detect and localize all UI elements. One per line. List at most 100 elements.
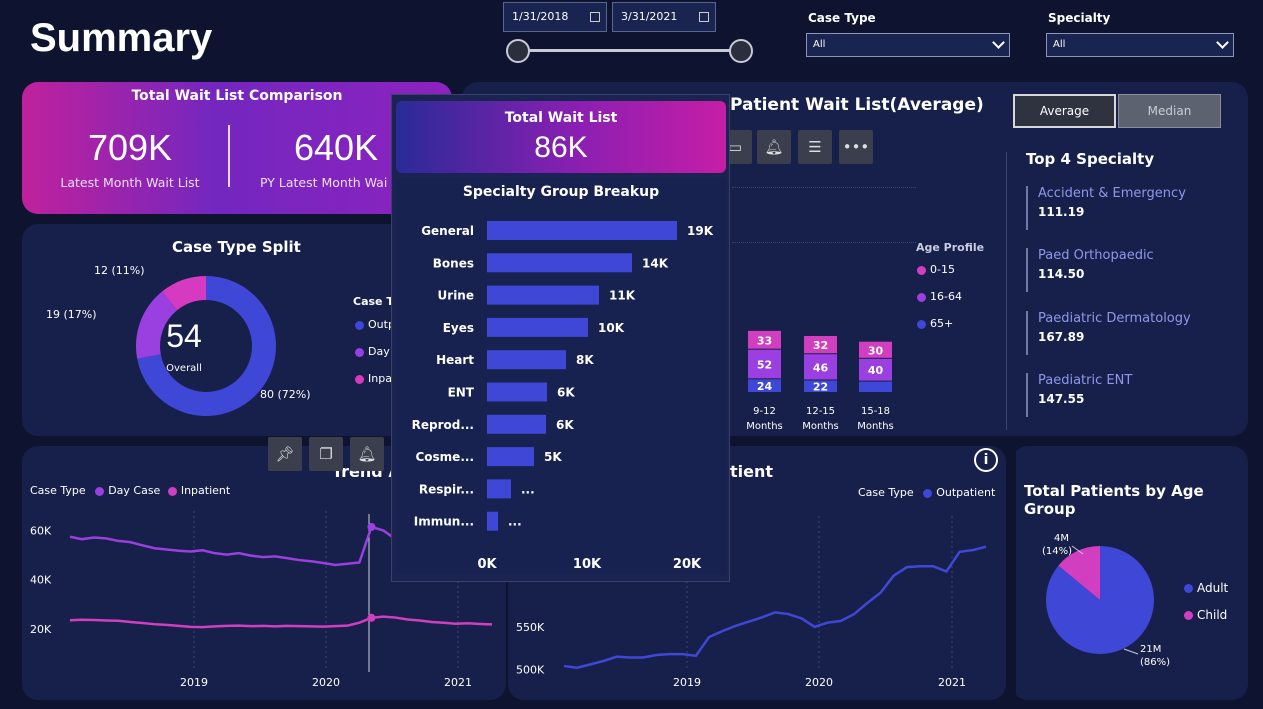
date-slider-end-handle[interactable] — [729, 39, 753, 63]
tooltip-panel: Total Wait List 86K Specialty Group Brea… — [391, 94, 730, 582]
calendar-icon[interactable] — [590, 12, 600, 22]
specialty-name: Paed Orthopaedic — [1038, 248, 1154, 263]
end-date-value: 3/31/2021 — [621, 10, 678, 23]
hover-point — [367, 522, 376, 531]
legend-item-outpatient[interactable]: Outp — [355, 318, 395, 331]
end-date-input[interactable]: 3/31/2021 — [612, 2, 716, 32]
specialty-value: 147.55 — [1038, 392, 1085, 406]
date-slider-start-handle[interactable] — [506, 39, 530, 63]
specialty-dropdown[interactable]: All — [1046, 33, 1234, 57]
legend-item-0-15[interactable]: 0-15 — [917, 263, 955, 276]
x-tick-label: 0K — [477, 557, 497, 572]
category-label: 9-12 — [753, 406, 776, 417]
bar — [487, 447, 534, 467]
bar-category-label: Eyes — [443, 321, 474, 335]
panel-divider — [1006, 152, 1007, 430]
legend-dot-icon — [355, 374, 364, 384]
category-label: Months — [746, 421, 783, 432]
stack-segment — [859, 381, 892, 392]
bar-category-label: ENT — [448, 386, 475, 400]
legend-item-child[interactable]: Child — [1184, 608, 1227, 622]
filter-icon[interactable]: ☰ — [798, 130, 832, 164]
bar-value-label: 19K — [687, 224, 714, 238]
hover-point — [367, 613, 376, 622]
stack-data-label: 22 — [813, 381, 828, 394]
latest-month-label: Latest Month Wait List — [60, 175, 200, 190]
bar-value-label: 10K — [598, 321, 625, 335]
case-type-value: All — [813, 39, 826, 50]
median-button[interactable]: Median — [1118, 94, 1221, 128]
bar — [487, 253, 632, 273]
bar-category-label: Heart — [436, 353, 474, 367]
bar — [487, 382, 547, 402]
legend-item-inpatient[interactable]: Inpa — [355, 372, 392, 385]
category-label: Months — [802, 421, 839, 432]
child-label-value: 4M — [1054, 533, 1069, 544]
x-tick-label: 2020 — [312, 676, 340, 689]
bar — [487, 511, 498, 531]
y-tick-label: 60K — [30, 525, 52, 538]
age-group-card: Total Patients by Age Group 4M (14%) 21M… — [1012, 446, 1248, 700]
category-label: 12-15 — [806, 406, 835, 417]
legend-dot-icon — [355, 347, 364, 357]
legend-item-daycase[interactable]: Day — [355, 345, 390, 358]
specialty-item[interactable]: Paed Orthopaedic 114.50 — [1026, 248, 1154, 292]
bar-category-label: Reprod... — [412, 418, 474, 432]
legend-item-16-64[interactable]: 16-64 — [917, 290, 962, 303]
bar-category-label: Urine — [438, 289, 474, 303]
legend-item-65plus[interactable]: 65+ — [917, 317, 953, 330]
chevron-down-icon — [992, 36, 1005, 49]
case-type-filter-label: Case Type — [808, 11, 876, 25]
specialty-item[interactable]: Paediatric Dermatology 167.89 — [1026, 311, 1191, 355]
pin-icon[interactable]: 📌︎ — [268, 437, 302, 471]
bar-value-label: 6K — [556, 418, 574, 432]
legend-dot-icon — [917, 265, 926, 275]
legend-dot-icon — [917, 292, 926, 302]
bar — [487, 285, 599, 305]
copy-icon[interactable]: ❐ — [309, 437, 343, 471]
donut-label-inpatient: 12 (11%) — [94, 264, 145, 277]
x-tick-label: 2019 — [180, 676, 208, 689]
bell-icon[interactable]: 🔔︎ — [350, 437, 384, 471]
breakup-bar-chart: General 19K Bones 14K Urine 11K Eyes 10K Heart 8K… — [412, 221, 714, 572]
case-split-legend-title: Case T — [353, 295, 394, 308]
specialty-filter-label: Specialty — [1048, 11, 1111, 25]
specialty-value: 114.50 — [1038, 267, 1085, 281]
bar-value-label: 5K — [544, 450, 562, 464]
leader-line — [1123, 648, 1139, 655]
stack-data-label: 32 — [813, 339, 828, 352]
calendar-icon[interactable] — [699, 12, 709, 22]
stack-data-label: 46 — [813, 361, 829, 374]
bar — [487, 317, 588, 337]
stack-data-label: 52 — [757, 359, 772, 372]
y-tick-label: 500K — [516, 663, 545, 676]
bar — [487, 221, 677, 240]
page-title: Summary — [30, 16, 213, 60]
start-date-input[interactable]: 1/31/2018 — [503, 2, 607, 32]
bar-value-label: 6K — [557, 386, 575, 400]
patient-wait-title: Patient Wait List(Average) — [730, 95, 984, 115]
specialty-item[interactable]: Accident & Emergency 111.19 — [1026, 186, 1186, 230]
case-type-split-card: Case Type Split 54 Overall 12 (11%) 19 (… — [22, 224, 452, 436]
tooltip-breakup: Specialty Group Breakup General 19K Bones 1… — [396, 177, 726, 575]
series-line — [69, 615, 493, 629]
case-type-dropdown[interactable]: All — [806, 33, 1010, 57]
x-tick-label: 2019 — [673, 676, 701, 689]
bell-icon[interactable]: 🔔︎ — [757, 130, 791, 164]
adult-label-value: 21M — [1140, 644, 1161, 655]
py-latest-month-value: 640K — [294, 127, 379, 168]
comparison-title: Total Wait List Comparison — [131, 88, 343, 104]
legend-dot-icon — [1184, 611, 1193, 620]
more-options-icon[interactable]: ••• — [839, 130, 873, 164]
start-date-value: 1/31/2018 — [512, 10, 569, 23]
gridline — [732, 242, 916, 243]
stack-data-label: 30 — [868, 344, 884, 357]
specialty-value: 167.89 — [1038, 330, 1085, 344]
legend-item-adult[interactable]: Adult — [1184, 581, 1228, 595]
y-tick-label: 20K — [30, 623, 52, 636]
category-label: 15-18 — [861, 406, 890, 417]
specialty-item[interactable]: Paediatric ENT 147.55 — [1026, 373, 1132, 417]
average-button[interactable]: Average — [1013, 94, 1116, 128]
legend-dot-icon — [355, 320, 364, 330]
bar-value-label: 14K — [642, 256, 669, 270]
